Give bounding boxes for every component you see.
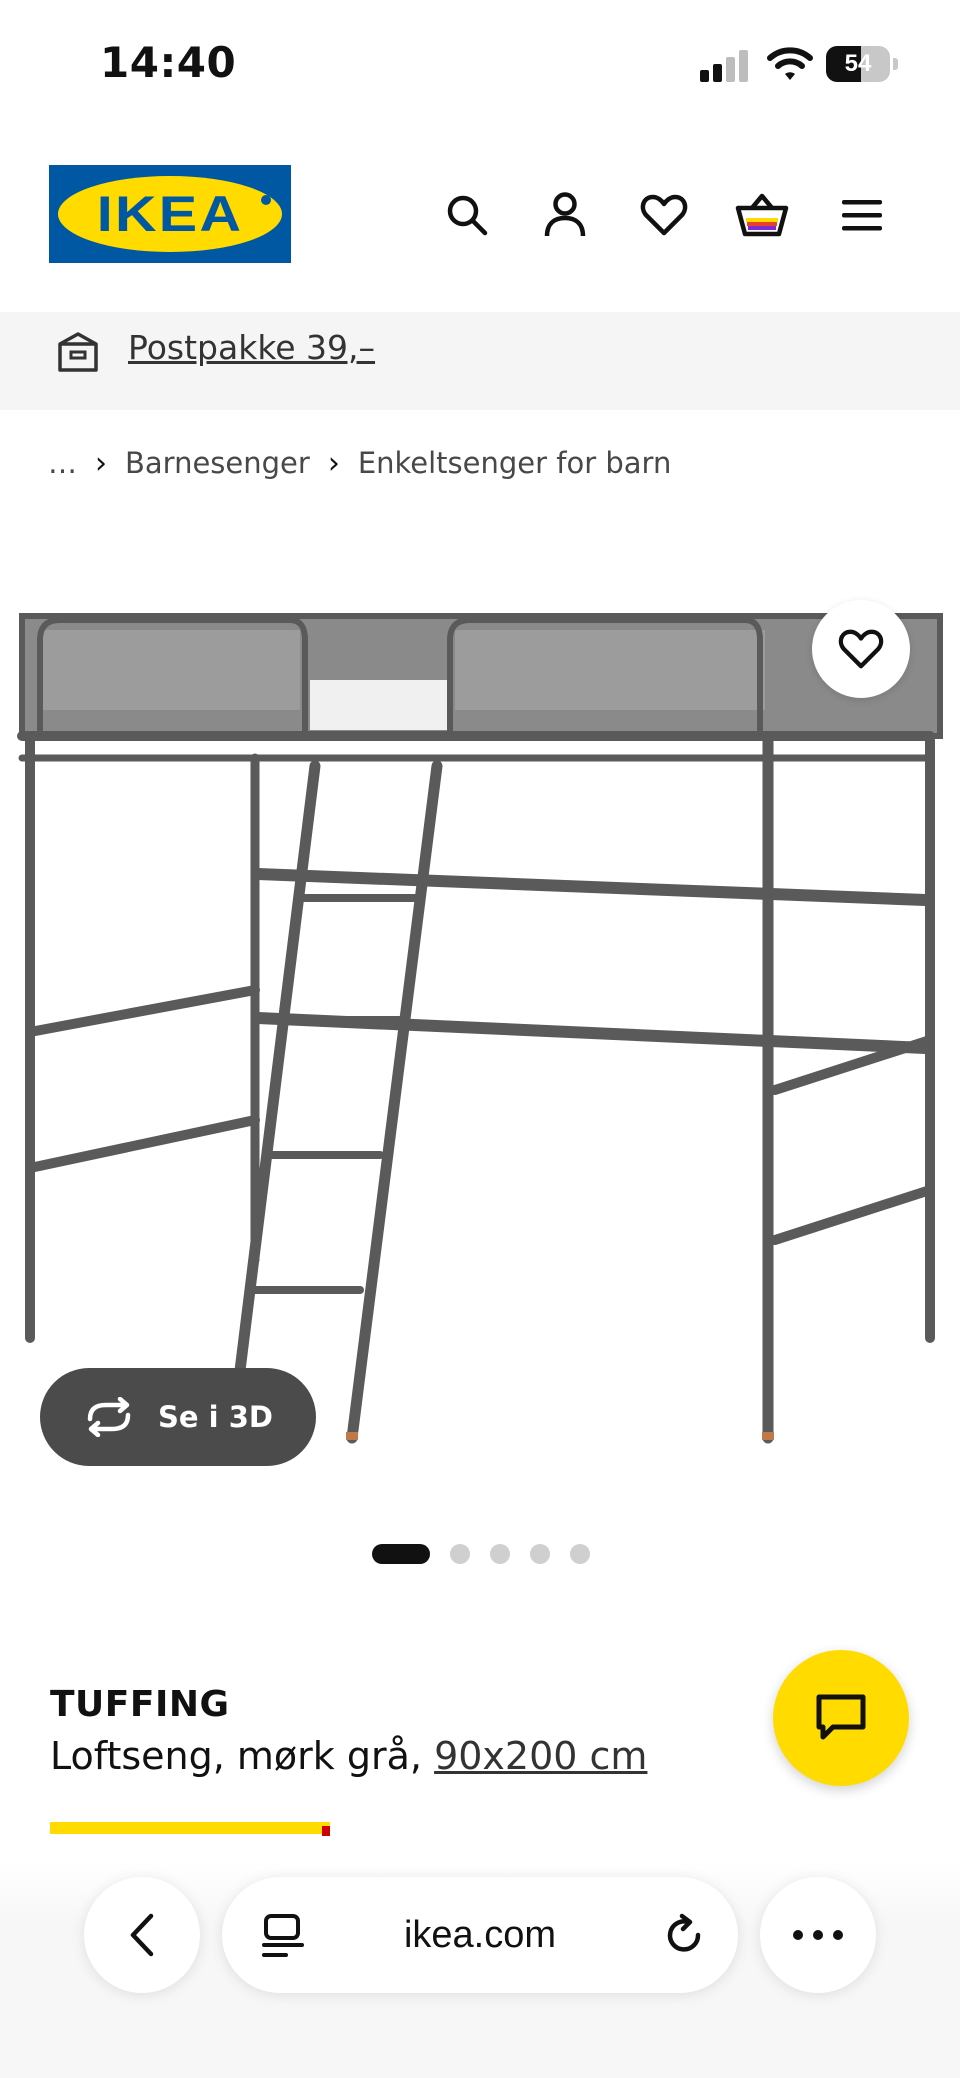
view-in-3d-label: Se i 3D [158, 1400, 273, 1434]
carousel-dots [372, 1543, 610, 1565]
url-text: ikea.com [403, 1914, 557, 1956]
rotate-3d-icon [87, 1397, 131, 1437]
chevron-right-icon: › [327, 445, 340, 481]
back-button[interactable] [84, 1877, 200, 1993]
carousel-dot-1[interactable] [372, 1544, 430, 1564]
profile-icon[interactable] [536, 186, 594, 244]
product-description: Loftseng, mørk grå, 90x200 cm [50, 1734, 647, 1778]
status-bar: 14:40 54 [0, 0, 960, 130]
wifi-icon [767, 47, 813, 80]
view-in-3d-button[interactable]: Se i 3D [40, 1368, 316, 1466]
price-accent-bar [50, 1822, 330, 1834]
battery-icon: 54 [826, 46, 898, 82]
basket-icon[interactable] [733, 186, 791, 244]
parcel-box-icon [58, 332, 98, 372]
delivery-banner: Postpakke 39,– [0, 312, 960, 410]
favourite-button[interactable] [812, 600, 910, 698]
site-header: IKEA [0, 160, 960, 270]
carousel-dot-5[interactable] [570, 1544, 590, 1564]
chat-button[interactable] [773, 1650, 909, 1786]
ikea-logo[interactable]: IKEA [49, 165, 291, 263]
search-icon[interactable] [438, 186, 496, 244]
product-size-link[interactable]: 90x200 cm [434, 1734, 647, 1778]
carousel-dot-4[interactable] [530, 1544, 550, 1564]
breadcrumb-item[interactable]: Enkeltsenger for barn [358, 446, 672, 480]
product-image[interactable] [0, 600, 960, 1450]
cellular-signal-icon [700, 48, 752, 82]
menu-icon[interactable] [833, 186, 891, 244]
heart-icon[interactable] [635, 186, 693, 244]
delivery-link[interactable]: Postpakke 39,– [128, 328, 375, 367]
chevron-left-icon [130, 1913, 154, 1957]
address-bar[interactable]: ikea.com [222, 1877, 738, 1993]
reload-icon[interactable] [662, 1913, 708, 1959]
product-name: TUFFING [50, 1684, 230, 1725]
chevron-right-icon: › [95, 445, 107, 481]
battery-level: 54 [844, 50, 872, 77]
heart-icon [838, 629, 884, 669]
status-time: 14:40 [100, 38, 237, 87]
breadcrumb-item[interactable]: Barnesenger [125, 446, 310, 480]
product-type: Loftseng, mørk grå, [50, 1734, 435, 1778]
breadcrumb-ellipsis[interactable]: … [48, 446, 77, 480]
price-accent-tip [322, 1826, 330, 1836]
carousel-dot-3[interactable] [490, 1544, 510, 1564]
chat-bubble-icon [816, 1694, 866, 1740]
ellipsis-icon [793, 1930, 843, 1940]
carousel-dot-2[interactable] [450, 1544, 470, 1564]
breadcrumb: … › Barnesenger › Enkeltsenger for barn [48, 443, 671, 483]
logo-text: IKEA [96, 186, 244, 242]
more-options-button[interactable] [760, 1877, 876, 1993]
